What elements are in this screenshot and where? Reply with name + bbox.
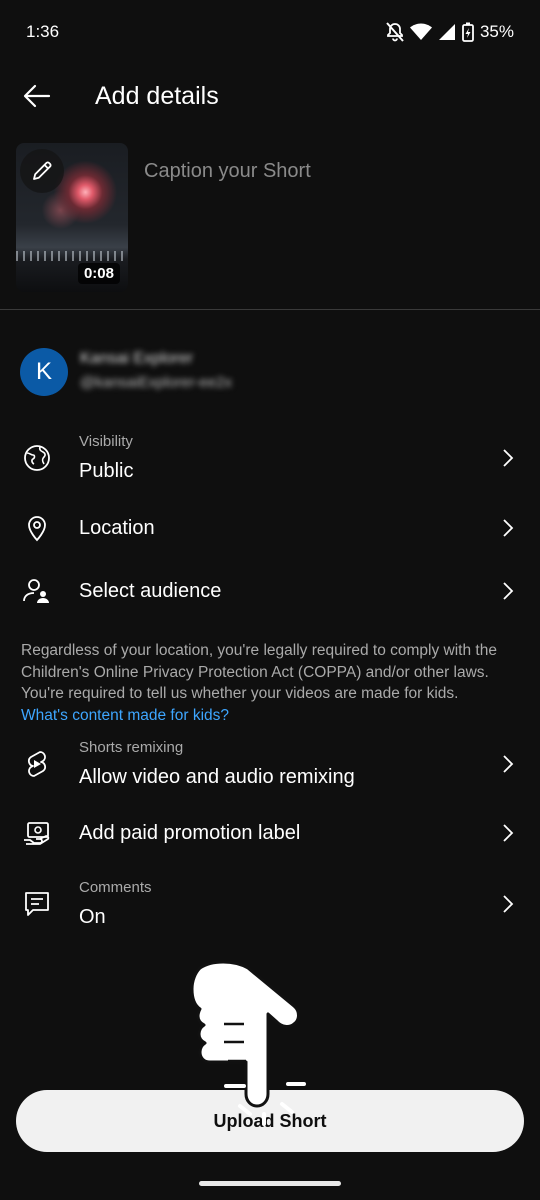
- avatar: K: [20, 348, 68, 396]
- account-selector[interactable]: K Kansai Explorer @kansaiExplorer-ee2x: [20, 348, 520, 398]
- comments-row[interactable]: Comments On: [0, 874, 540, 934]
- chevron-right-icon: [503, 519, 514, 537]
- signal-icon: [438, 24, 455, 40]
- paid-promotion-icon: [24, 822, 50, 845]
- paid-promotion-label: Add paid promotion label: [79, 822, 301, 844]
- account-name: Kansai Explorer: [80, 350, 193, 367]
- app-bar: Add details: [0, 66, 540, 126]
- status-icons: 35%: [386, 22, 514, 42]
- coppa-notice-text: Regardless of your location, you're lega…: [21, 642, 497, 702]
- location-row[interactable]: Location: [0, 505, 540, 551]
- battery-charging-icon: [462, 22, 474, 42]
- status-bar: 1:36 35%: [0, 0, 540, 64]
- remixing-value: Allow video and audio remixing: [79, 766, 355, 788]
- chevron-right-icon: [503, 824, 514, 842]
- back-button[interactable]: [22, 82, 52, 110]
- arrow-back-icon: [23, 84, 51, 108]
- thumbnail-city-lights: [16, 251, 128, 261]
- visibility-value: Public: [79, 460, 134, 482]
- comment-icon: [25, 892, 49, 916]
- upload-short-button[interactable]: Upload Short: [16, 1090, 524, 1152]
- comments-label: Comments: [79, 879, 152, 896]
- chevron-right-icon: [503, 449, 514, 467]
- audience-row[interactable]: Select audience: [0, 568, 540, 614]
- divider: [0, 309, 540, 310]
- visibility-row[interactable]: Visibility Public: [0, 428, 540, 488]
- comments-value: On: [79, 906, 106, 928]
- edit-thumbnail-button[interactable]: [20, 149, 64, 193]
- battery-percentage: 35%: [479, 22, 514, 41]
- page-title: Add details: [95, 82, 219, 110]
- home-indicator[interactable]: [199, 1181, 341, 1186]
- location-label: Location: [79, 517, 155, 539]
- made-for-kids-link[interactable]: What's content made for kids?: [21, 705, 526, 727]
- wifi-icon: [409, 23, 432, 40]
- caption-input[interactable]: Caption your Short: [144, 160, 311, 183]
- chevron-right-icon: [503, 582, 514, 600]
- shorts-remix-icon: [28, 751, 46, 777]
- video-thumbnail[interactable]: 0:08: [16, 143, 128, 292]
- status-time: 1:36: [26, 22, 60, 41]
- account-handle: @kansaiExplorer-ee2x: [80, 374, 232, 391]
- coppa-notice: Regardless of your location, you're lega…: [21, 640, 526, 726]
- audience-label: Select audience: [79, 580, 222, 602]
- pencil-icon: [33, 161, 52, 180]
- chevron-right-icon: [503, 755, 514, 773]
- notifications-off-icon: [386, 22, 404, 42]
- chevron-right-icon: [503, 895, 514, 913]
- video-duration: 0:08: [77, 263, 120, 284]
- location-pin-icon: [28, 516, 46, 542]
- visibility-label: Visibility: [79, 433, 133, 450]
- remixing-row[interactable]: Shorts remixing Allow video and audio re…: [0, 734, 540, 794]
- remixing-label: Shorts remixing: [79, 739, 184, 756]
- globe-icon: [24, 445, 50, 471]
- audience-icon: [23, 579, 49, 603]
- paid-promotion-row[interactable]: Add paid promotion label: [0, 810, 540, 856]
